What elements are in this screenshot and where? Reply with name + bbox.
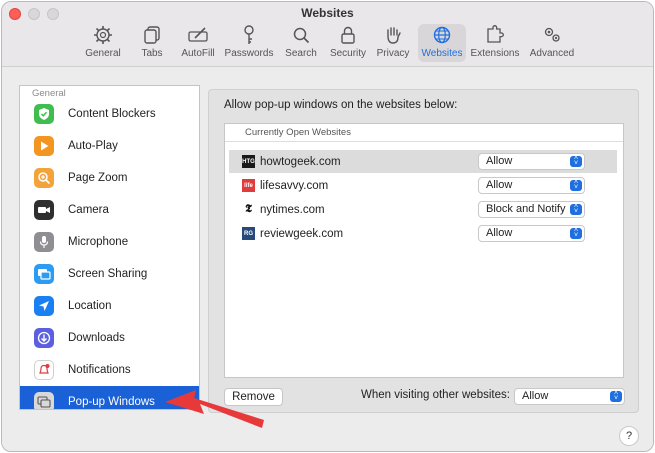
tab-general[interactable]: General: [80, 24, 126, 62]
lock-icon: [327, 24, 369, 48]
gears-icon: [528, 24, 576, 48]
select-value: Allow: [522, 390, 549, 402]
tab-label: AutoFill: [181, 48, 215, 59]
window-title: Websites: [301, 6, 354, 20]
tab-passwords[interactable]: Passwords: [224, 24, 274, 62]
key-icon: [224, 24, 274, 48]
tab-extensions[interactable]: Extensions: [470, 24, 520, 62]
sidebar-item-label: Pop-up Windows: [68, 396, 155, 408]
table-header: Currently Open Websites: [225, 124, 623, 142]
site-domain: howtogeek.com: [260, 155, 341, 168]
site-setting-select[interactable]: Allow ˄ ˅: [478, 225, 585, 242]
chevron-updown-icon: ˄ ˅: [570, 227, 582, 239]
tab-label: Websites: [421, 48, 463, 59]
tab-security[interactable]: Security: [327, 24, 369, 62]
select-value: Allow: [486, 179, 513, 191]
chevron-updown-icon: ˄ ˅: [570, 179, 582, 191]
sidebar-item-label: Screen Sharing: [68, 268, 148, 280]
checkmark-shield-icon: [34, 104, 54, 124]
sidebar-item-location[interactable]: Location: [20, 290, 199, 322]
site-domain: reviewgeek.com: [260, 227, 344, 240]
tab-advanced[interactable]: Advanced: [528, 24, 576, 62]
site-domain: lifesavvy.com: [260, 179, 329, 192]
search-icon: [282, 24, 320, 48]
websites-table: Currently Open Websites HTG howtogeek.co…: [224, 123, 624, 378]
annotation-arrow-icon: [165, 390, 264, 428]
video-camera-icon: [34, 200, 54, 220]
select-value: Allow: [486, 155, 513, 167]
other-websites-label: When visiting other websites:: [361, 389, 510, 401]
sidebar-item-microphone[interactable]: Microphone: [20, 226, 199, 258]
sidebar-item-label: Downloads: [68, 332, 125, 344]
sidebar-item-label: Page Zoom: [68, 172, 128, 184]
chevron-updown-icon: ˄ ˅: [570, 155, 582, 167]
sidebar-item-camera[interactable]: Camera: [20, 194, 199, 226]
hand-icon: [374, 24, 412, 48]
tab-label: Security: [329, 48, 367, 59]
preferences-window: Websites General Tabs AutoFill Passwords: [1, 1, 654, 452]
sidebar-item-content-blockers[interactable]: Content Blockers: [20, 98, 199, 130]
sidebar-item-label: Notifications: [68, 364, 131, 376]
tab-search[interactable]: Search: [282, 24, 320, 62]
sidebar-item-notifications[interactable]: Notifications: [20, 354, 199, 386]
reviewgeek-favicon-icon: RG: [242, 227, 255, 240]
location-arrow-icon: [34, 296, 54, 316]
screen-share-icon: [34, 264, 54, 284]
tab-tabs[interactable]: Tabs: [135, 24, 169, 62]
gear-icon: [80, 24, 126, 48]
download-icon: [34, 328, 54, 348]
tab-label: Advanced: [529, 48, 575, 59]
tabs-icon: [135, 24, 169, 48]
tab-label: Tabs: [141, 48, 163, 59]
sidebar-item-screen-sharing[interactable]: Screen Sharing: [20, 258, 199, 290]
select-value: Allow: [486, 227, 513, 239]
sidebar-item-auto-play[interactable]: Auto-Play: [20, 130, 199, 162]
sidebar-item-label: Auto-Play: [68, 140, 118, 152]
puzzle-icon: [470, 24, 520, 48]
tab-label: Search: [285, 48, 317, 59]
websites-panel: Allow pop-up windows on the websites bel…: [208, 89, 639, 413]
sidebar-item-label: Location: [68, 300, 112, 312]
howtogeek-favicon-icon: HTG: [242, 155, 255, 168]
sidebar: General Content Blockers Auto-Play Page …: [19, 85, 200, 410]
lifesavvy-favicon-icon: life: [242, 179, 255, 192]
site-setting-select[interactable]: Allow ˄ ˅: [478, 177, 585, 194]
toolbar: Websites General Tabs AutoFill Passwords: [2, 2, 653, 67]
tab-label: Extensions: [470, 48, 520, 59]
sidebar-item-downloads[interactable]: Downloads: [20, 322, 199, 354]
tab-label: Privacy: [376, 48, 410, 59]
select-value: Block and Notify: [486, 203, 566, 215]
site-domain: nytimes.com: [260, 203, 325, 216]
chevron-updown-icon: ˄ ˅: [610, 390, 622, 402]
sidebar-item-label: Content Blockers: [68, 108, 156, 120]
site-setting-select[interactable]: Allow ˄ ˅: [478, 153, 585, 170]
pencil-icon: [178, 24, 218, 48]
other-websites-select[interactable]: Allow ˄ ˅: [514, 388, 625, 405]
microphone-icon: [34, 232, 54, 252]
tab-websites[interactable]: Websites: [418, 24, 466, 62]
sidebar-item-label: Microphone: [68, 236, 129, 248]
nytimes-favicon-icon: 𝕿: [242, 203, 255, 216]
magnifier-plus-icon: [34, 168, 54, 188]
globe-icon: [418, 24, 466, 48]
help-button[interactable]: ?: [619, 426, 639, 446]
sidebar-item-label: Camera: [68, 204, 109, 216]
chevron-updown-icon: ˄ ˅: [570, 203, 582, 215]
bell-icon: [34, 360, 54, 380]
play-icon: [34, 136, 54, 156]
popup-window-icon: [34, 392, 54, 409]
sidebar-item-page-zoom[interactable]: Page Zoom: [20, 162, 199, 194]
tab-privacy[interactable]: Privacy: [374, 24, 412, 62]
tab-label: General: [85, 48, 121, 59]
tab-label: Passwords: [224, 48, 274, 59]
site-setting-select[interactable]: Block and Notify ˄ ˅: [478, 201, 585, 218]
preferences-content: General Content Blockers Auto-Play Page …: [2, 68, 653, 451]
tab-autofill[interactable]: AutoFill: [178, 24, 218, 62]
panel-heading: Allow pop-up windows on the websites bel…: [224, 99, 458, 111]
